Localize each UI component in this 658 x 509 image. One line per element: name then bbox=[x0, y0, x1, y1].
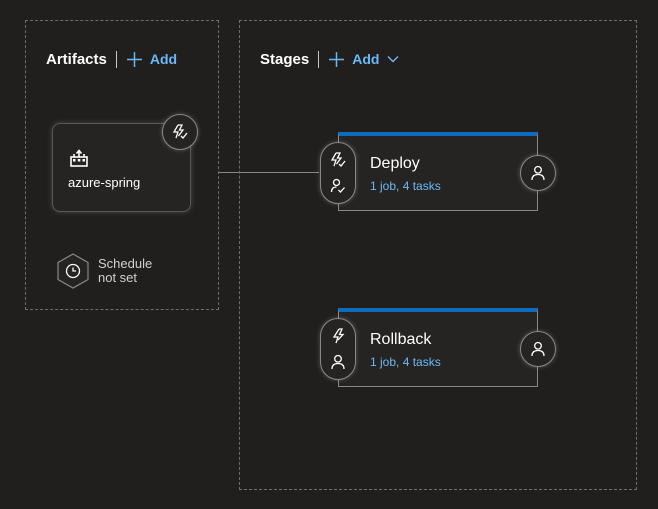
header-divider bbox=[115, 50, 117, 68]
schedule-label-line2: not set bbox=[98, 270, 138, 285]
stages-header: Stages Add bbox=[260, 49, 399, 69]
chevron-down-icon bbox=[387, 56, 399, 63]
post-deployment-approvers-button[interactable] bbox=[520, 155, 556, 191]
person-icon bbox=[531, 341, 545, 357]
continuous-deployment-trigger-button[interactable] bbox=[162, 114, 198, 150]
person-check-icon[interactable] bbox=[330, 178, 346, 194]
post-deployment-approvers-button[interactable] bbox=[520, 331, 556, 367]
stages-title: Stages bbox=[260, 50, 310, 68]
build-icon bbox=[70, 149, 88, 167]
artifacts-header: Artifacts Add bbox=[46, 49, 177, 69]
schedule-label: Schedule not set bbox=[98, 257, 152, 285]
add-artifact-button[interactable]: Add bbox=[126, 51, 177, 68]
pre-deployment-conditions bbox=[320, 318, 356, 380]
header-divider bbox=[318, 50, 320, 68]
stage-tasks-link[interactable]: 1 job, 4 tasks bbox=[370, 179, 441, 193]
stage-card-rollback[interactable]: Rollback 1 job, 4 tasks bbox=[338, 308, 538, 387]
person-icon[interactable] bbox=[330, 354, 346, 370]
artifact-name: azure-spring bbox=[68, 175, 141, 190]
schedule-label-line1: Schedule bbox=[98, 256, 153, 271]
lightning-check-icon[interactable] bbox=[330, 152, 346, 168]
add-stage-button[interactable]: Add bbox=[328, 51, 399, 68]
add-stage-label: Add bbox=[352, 51, 380, 67]
person-icon bbox=[531, 165, 545, 181]
stage-card-deploy[interactable]: Deploy 1 job, 4 tasks bbox=[338, 132, 538, 211]
stage-name: Deploy bbox=[370, 155, 420, 172]
plus-icon bbox=[126, 51, 142, 67]
schedule-trigger[interactable]: Schedule not set bbox=[55, 253, 152, 289]
lightning-check-icon bbox=[172, 124, 188, 139]
lightning-icon[interactable] bbox=[330, 328, 346, 344]
stage-tasks-link[interactable]: 1 job, 4 tasks bbox=[370, 355, 441, 369]
pre-deployment-conditions bbox=[320, 142, 356, 204]
plus-icon bbox=[329, 51, 345, 67]
stage-name: Rollback bbox=[370, 331, 432, 348]
clock-icon bbox=[57, 253, 89, 289]
stages-panel: Stages Add bbox=[239, 20, 637, 490]
artifacts-title: Artifacts bbox=[46, 50, 107, 68]
add-artifact-label: Add bbox=[149, 51, 178, 67]
